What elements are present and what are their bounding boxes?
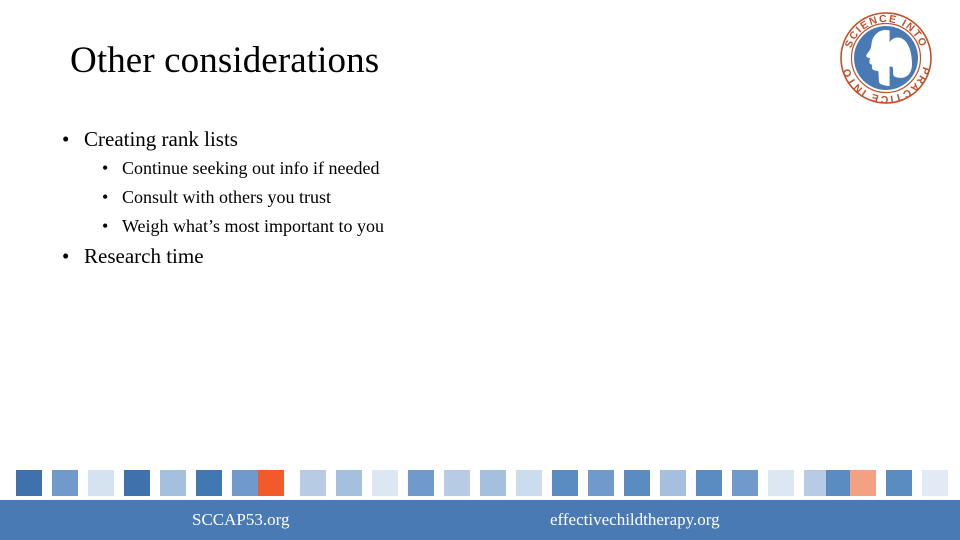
logo-svg: SCIENCE INTO PRACTICE INTO <box>840 12 932 105</box>
slide-canvas: Other considerations • Creating rank list… <box>0 0 960 540</box>
decorative-square <box>232 470 258 496</box>
decorative-square <box>300 470 326 496</box>
decorative-square <box>732 470 758 496</box>
bullet-marker-icon: • <box>62 244 70 268</box>
decorative-square <box>826 470 852 496</box>
decorative-square <box>624 470 650 496</box>
decorative-square <box>886 470 912 496</box>
decorative-square <box>552 470 578 496</box>
bullet-marker-icon: • <box>102 216 109 236</box>
bullet-marker-icon: • <box>102 158 109 178</box>
bullet-marker-icon: • <box>102 187 109 207</box>
bullet-marker-icon: • <box>62 127 70 151</box>
decorative-square <box>408 470 434 496</box>
decorative-square <box>922 470 948 496</box>
decorative-square-strip <box>0 470 960 496</box>
decorative-square <box>88 470 114 496</box>
bullet-text: Creating rank lists <box>84 127 238 151</box>
decorative-square <box>444 470 470 496</box>
bullet-item: • Consult with others you trust <box>62 183 782 212</box>
decorative-square <box>588 470 614 496</box>
decorative-square <box>124 470 150 496</box>
decorative-square <box>16 470 42 496</box>
decorative-square <box>660 470 686 496</box>
bullet-text: Research time <box>84 244 204 268</box>
bullet-item: • Continue seeking out info if needed <box>62 154 782 183</box>
decorative-square <box>160 470 186 496</box>
bullet-text: Weigh what’s most important to you <box>122 216 385 236</box>
decorative-square <box>850 470 876 496</box>
bullet-item: • Weigh what’s most important to you <box>62 212 782 241</box>
footer-bar: SCCAP53.org effectivechildtherapy.org <box>0 500 960 540</box>
bullet-list: • Creating rank lists • Continue seeking ou… <box>62 124 782 271</box>
science-into-practice-logo: SCIENCE INTO PRACTICE INTO <box>838 10 934 106</box>
bullet-item: • Creating rank lists <box>62 124 782 154</box>
page-title: Other considerations <box>70 40 380 81</box>
decorative-square <box>696 470 722 496</box>
decorative-square <box>768 470 794 496</box>
bullet-text: Continue seeking out info if needed <box>122 158 380 178</box>
bullet-text: Consult with others you trust <box>122 187 332 207</box>
decorative-square <box>196 470 222 496</box>
decorative-square <box>336 470 362 496</box>
decorative-square <box>372 470 398 496</box>
bullet-item: • Research time <box>62 241 782 271</box>
decorative-square <box>516 470 542 496</box>
decorative-square <box>52 470 78 496</box>
footer-link-sccap[interactable]: SCCAP53.org <box>192 509 289 531</box>
decorative-square <box>480 470 506 496</box>
decorative-square <box>258 470 284 496</box>
footer-link-effectivechildtherapy[interactable]: effectivechildtherapy.org <box>550 509 720 531</box>
